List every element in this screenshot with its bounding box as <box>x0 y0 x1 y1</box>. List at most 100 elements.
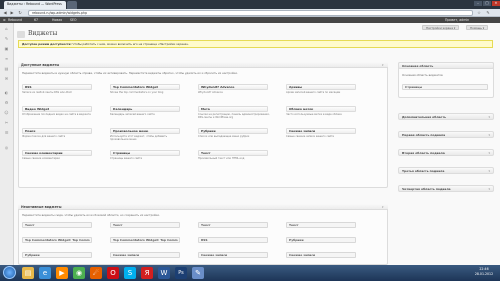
start-button[interactable] <box>3 266 16 279</box>
expand-arrow-icon[interactable]: ▾ <box>488 150 490 156</box>
widget-5[interactable]: Видео Widget <box>22 106 92 112</box>
available-widgets-header[interactable]: Доступные виджеты <box>18 62 388 68</box>
folder-icon[interactable]: ▤ <box>22 267 34 279</box>
inactive-widget[interactable]: RSS <box>198 237 268 243</box>
paint-icon[interactable]: ✎ <box>192 267 204 279</box>
dashboard-icon[interactable]: ⌂ <box>3 26 10 32</box>
url-field[interactable]: rebound.ru/wp-admin/widgets.php <box>28 10 473 16</box>
widget-8[interactable]: Облако меток <box>286 106 356 112</box>
forward-button[interactable]: ▶ <box>9 10 15 16</box>
widget-1[interactable]: RSS <box>22 84 92 90</box>
minimize-button[interactable]: – <box>474 1 482 6</box>
widget-3[interactable]: Whydunit? Advance <box>198 84 268 90</box>
help-button[interactable]: Помощь ▾ <box>466 25 489 30</box>
inactive-widget[interactable]: Свежие записи <box>286 252 356 258</box>
sidebar-area-5[interactable]: Четвертая область подвала ▾ <box>398 185 494 192</box>
photoshop-icon[interactable]: Ps <box>175 267 187 279</box>
main-sidebar-widget[interactable]: Страницы <box>402 84 488 90</box>
expand-arrow-icon[interactable]: ▾ <box>488 132 490 138</box>
inactive-widget[interactable]: Top Commentators Widget: Top Comm <box>110 237 180 243</box>
close-icon: ✕ <box>494 1 498 5</box>
inactive-widget[interactable]: Рубрики <box>286 237 356 243</box>
inactive-widget[interactable]: Текст <box>198 222 268 228</box>
help-label: Помощь ▾ <box>470 26 485 30</box>
collapse-arrow-icon[interactable]: ▾ <box>382 205 384 209</box>
widget-description: Произвольный текст или HTML-код <box>198 157 245 160</box>
sidebar-area-1[interactable]: Дополнительная область ▾ <box>398 113 494 120</box>
widget-description: Календарь записей вашего сайта <box>110 113 155 116</box>
tab-label: Виджеты ‹ Rebound — WordPress <box>7 2 62 6</box>
sidebar-area-2[interactable]: Первая область подвала ▾ <box>398 131 494 138</box>
maximize-button[interactable]: □ <box>483 1 491 6</box>
inactive-widget[interactable]: Top Commentators Widget: Top Comm <box>22 237 92 243</box>
widget-2[interactable]: Top Commentators Widget <box>110 84 180 90</box>
inactive-widget[interactable]: Текст <box>286 222 356 228</box>
widget-14[interactable]: Страницы <box>110 150 180 156</box>
widget-description: Часто используемые метки в виде облака <box>286 113 342 116</box>
posts-icon[interactable]: ✎ <box>3 36 10 42</box>
seo-icon[interactable]: ◎ <box>3 145 10 151</box>
widget-12[interactable]: Свежие записи <box>286 128 356 134</box>
widget-15[interactable]: Текст <box>198 150 268 156</box>
widget-4[interactable]: Архивы <box>286 84 356 90</box>
sidebar-area-3[interactable]: Вторая область подвала ▾ <box>398 149 494 156</box>
inactive-widget[interactable]: Свежие записи <box>198 252 268 258</box>
settings-icon[interactable]: ☰ <box>3 130 10 136</box>
back-button[interactable]: ◀ <box>2 10 8 16</box>
widget-description: Whydunit? Advance <box>198 91 223 94</box>
collapse-arrow-icon[interactable]: ▾ <box>382 63 384 67</box>
expand-arrow-icon[interactable]: ▾ <box>488 168 490 174</box>
widget-description: Самые свежие комментарии <box>22 157 60 160</box>
inactive-widgets-header[interactable]: Неактивные виджеты <box>18 204 388 210</box>
available-widgets-description: Переместите виджеты в нужную область спр… <box>22 71 238 75</box>
player-icon[interactable]: ▶ <box>56 267 68 279</box>
widget-9[interactable]: Поиск <box>22 128 92 134</box>
chrome-icon[interactable]: ◉ <box>73 267 85 279</box>
media-icon[interactable]: ▣ <box>3 46 10 52</box>
system-clock[interactable]: 22:46 28.01.2012 <box>469 267 499 279</box>
firefox-icon[interactable]: ☄ <box>90 267 102 279</box>
browser-tab-active[interactable]: Виджеты ‹ Rebound — WordPress <box>4 1 66 9</box>
sidebar-area-4[interactable]: Третья область подвала ▾ <box>398 167 494 174</box>
expand-arrow-icon[interactable]: ▾ <box>488 114 490 120</box>
accessibility-notice: Доступен режим доступности: Чтобы работа… <box>18 40 493 48</box>
tools-icon[interactable]: ✂ <box>3 120 10 126</box>
users-icon[interactable]: ☺ <box>3 110 10 116</box>
menu-button[interactable]: ✎ <box>485 10 491 16</box>
widget-description: Архив записей вашего сайта по месяцам <box>286 91 341 94</box>
inactive-widget[interactable]: Рубрики <box>22 252 92 258</box>
widget-6[interactable]: Календарь <box>110 106 180 112</box>
plugins-icon[interactable]: ⚙ <box>3 100 10 106</box>
comments-icon[interactable]: ✉ <box>3 76 10 82</box>
inactive-widget[interactable]: Свежие записи <box>110 252 180 258</box>
opera-icon[interactable]: O <box>107 267 119 279</box>
screen-options-button[interactable]: Настройки экрана ▾ <box>422 25 460 30</box>
main-sidebar-header[interactable]: Основная область <box>398 62 494 69</box>
widget-description: Список или выпадающее меню рубрик <box>198 135 250 138</box>
skype-icon[interactable]: S <box>124 267 136 279</box>
wrench-icon: ✎ <box>486 10 490 15</box>
inactive-widgets-title: Неактивные виджеты <box>21 205 62 209</box>
yandex-icon[interactable]: Я <box>141 267 153 279</box>
close-button[interactable]: ✕ <box>492 1 500 6</box>
new-tab-button[interactable] <box>67 1 77 9</box>
pages-icon[interactable]: ▤ <box>3 66 10 72</box>
main-sidebar-widget-label: Страницы <box>405 85 423 89</box>
links-icon[interactable]: ∞ <box>3 56 10 62</box>
inactive-widget[interactable]: Текст <box>22 222 92 228</box>
ie-icon[interactable]: e <box>39 267 51 279</box>
expand-arrow-icon[interactable]: ▾ <box>488 186 490 192</box>
widget-7[interactable]: Мета <box>198 106 268 112</box>
widget-10[interactable]: Произвольное меню <box>110 128 180 134</box>
widget-description: Страницы вашего сайта <box>110 157 143 160</box>
maximize-icon: □ <box>485 1 489 5</box>
widget-11[interactable]: Рубрики <box>198 128 268 134</box>
star-button[interactable]: ☆ <box>476 10 482 16</box>
widget-13[interactable]: Свежие комментарии <box>22 150 92 156</box>
word-icon[interactable]: W <box>158 267 170 279</box>
inactive-widget[interactable]: Текст <box>110 222 180 228</box>
appearance-icon[interactable]: ◐ <box>3 90 10 96</box>
main-sidebar-title: Основная область <box>402 64 434 68</box>
reload-button[interactable]: ↻ <box>17 10 23 16</box>
widget-description: Отображение последних видео на сайте в в… <box>22 113 91 116</box>
